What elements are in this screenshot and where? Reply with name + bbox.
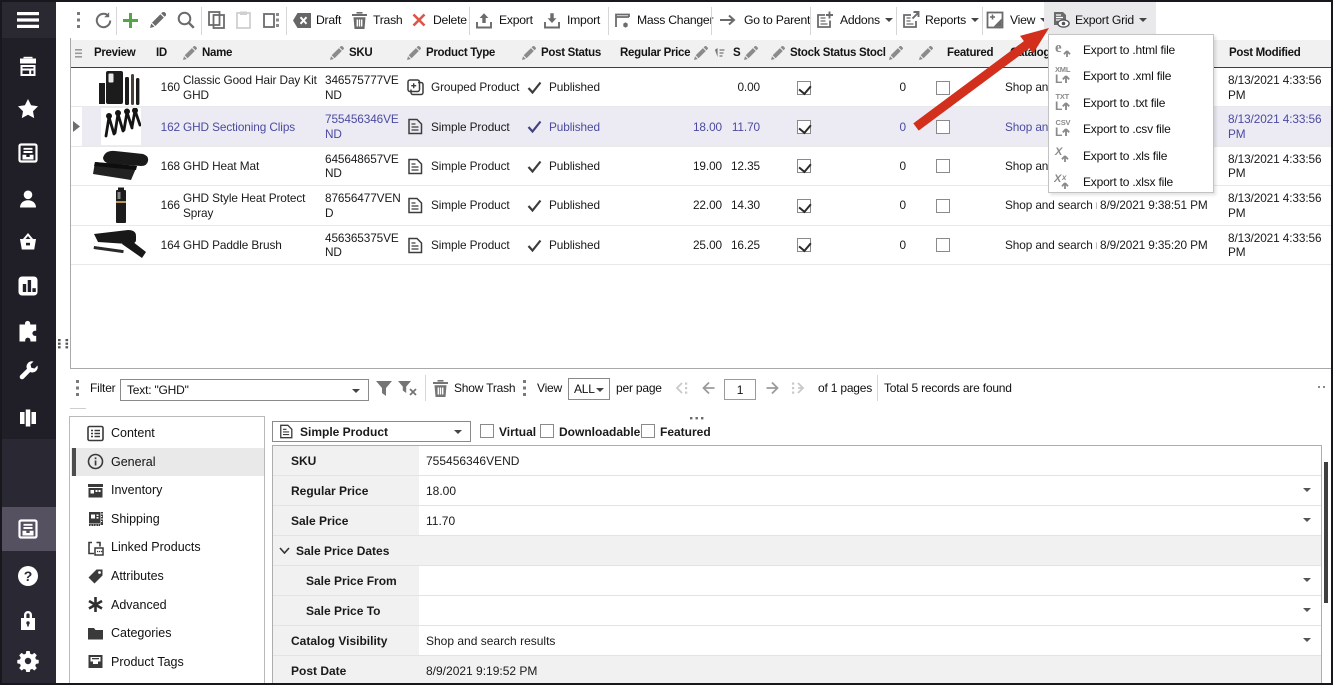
svg-text:X: X [1054,146,1063,158]
svg-text:x: x [1061,173,1067,182]
svg-text:?: ? [24,568,33,584]
svg-text:X: X [1054,173,1062,185]
